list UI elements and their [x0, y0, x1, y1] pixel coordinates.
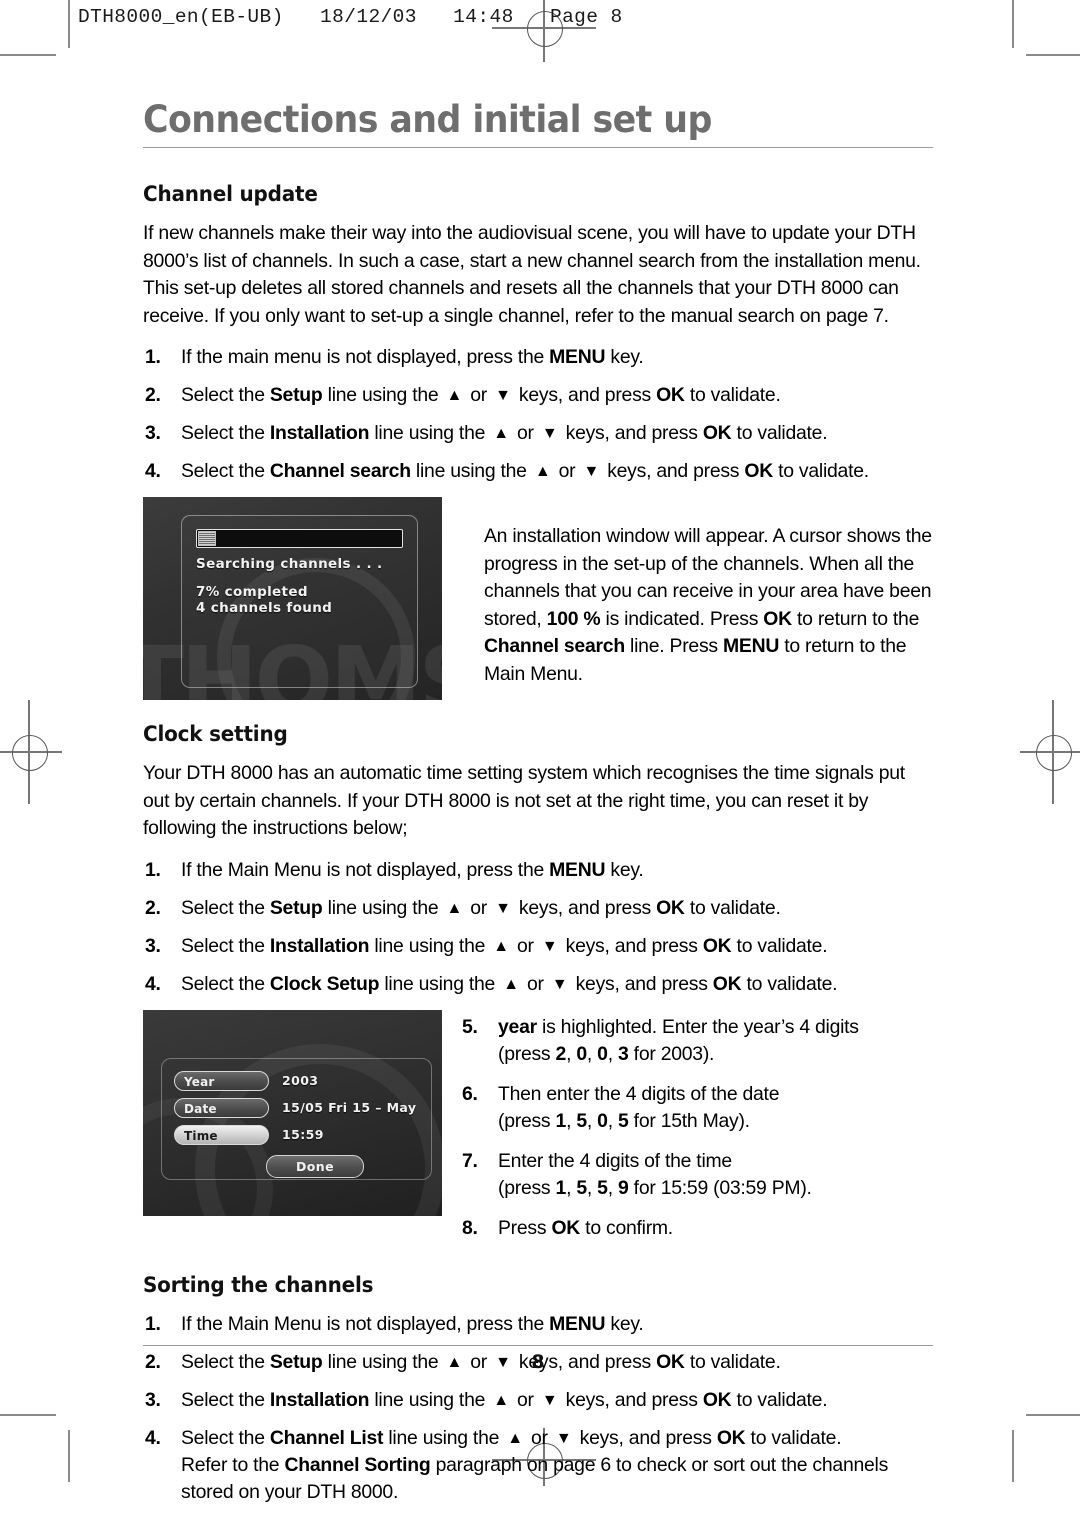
list-item: 7. Enter the 4 digits of the time (press 1… [460, 1148, 933, 1202]
list-item: 3. Select the Installation line using the… [143, 1387, 933, 1414]
list-item: 2. Select the Setup line using the ▲ or ▼… [143, 382, 933, 409]
list-item: 4. Select the Clock Setup line using the … [143, 971, 933, 998]
list-item-number: 3. [145, 1388, 161, 1411]
channel-search-figure-row: THOMSON Searching channels . . . 7% comp… [143, 497, 933, 701]
clock-setting-steps-continued: 5. year is highlighted. Enter the year’s … [460, 1014, 933, 1242]
list-item-text: Select the Installation line using the ▲… [181, 422, 828, 445]
page-number: 8 [531, 1351, 545, 1373]
list-item-text: If the Main Menu is not displayed, press… [181, 858, 644, 881]
channel-update-steps: 1. If the main menu is not displayed, pre… [143, 344, 933, 485]
list-item: 3. Select the Installation line using the… [143, 933, 933, 960]
list-item: 2. Select the Setup line using the ▲ or ▼… [143, 895, 933, 922]
chapter-title: Connections and initial set up [143, 98, 712, 141]
list-item-number: 2. [145, 896, 161, 919]
clock-setting-steps-right-column: 5. year is highlighted. Enter the year’s … [442, 1010, 933, 1255]
list-item: 6. Then enter the 4 digits of the date (pr… [460, 1081, 933, 1135]
sorting-channels-steps: 1. If the Main Menu is not displayed, pre… [143, 1311, 933, 1506]
channel-search-figure: THOMSON Searching channels . . . 7% comp… [143, 497, 442, 701]
section-heading-channel-update: Channel update [143, 182, 318, 207]
list-item-text: Select the Setup line using the ▲ or ▼ k… [181, 896, 781, 919]
clock-setting-intro: Your DTH 8000 has an automatic time sett… [143, 762, 905, 840]
list-item: 5. year is highlighted. Enter the year’s … [460, 1014, 933, 1068]
search-progress-cursor [198, 531, 216, 547]
clock-row-date-label: Date [174, 1097, 269, 1118]
list-item-number: 2. [145, 384, 161, 407]
list-item-number: 5. [462, 1015, 478, 1038]
footer-rule [143, 1345, 933, 1347]
list-item-text: If the Main Menu is not displayed, press… [181, 1312, 644, 1335]
list-item: 1. If the main menu is not displayed, pre… [143, 344, 933, 371]
list-item-number: 3. [145, 934, 161, 957]
clock-row-time-label: Time [174, 1124, 269, 1145]
list-item-number: 4. [145, 972, 161, 995]
clock-setup-figure: Year 2003 Date 15/05 Fri 15 – May Time 1… [143, 1009, 442, 1216]
osd-panel: Searching channels . . . 7% completed 4 … [181, 515, 418, 689]
list-item-number: 1. [145, 858, 161, 881]
tv-screenshot-clock-setup: Year 2003 Date 15/05 Fri 15 – May Time 1… [143, 1009, 442, 1216]
percent-completed-label: 7% completed [196, 584, 308, 601]
list-item-text: year is highlighted. Enter the year’s 4 … [498, 1015, 859, 1065]
list-item: 1. If the Main Menu is not displayed, pre… [143, 857, 933, 884]
clock-setting-steps: 1. If the Main Menu is not displayed, pre… [143, 857, 933, 998]
clock-row-time-value: 15:59 [282, 1126, 324, 1142]
list-item-text: Select the Installation line using the ▲… [181, 1388, 828, 1411]
crop-mark-bottom-right-horizontal [1026, 1414, 1080, 1416]
list-item-text: If the main menu is not displayed, press… [181, 346, 644, 369]
list-item-number: 6. [462, 1082, 478, 1105]
list-item-number: 8. [462, 1216, 478, 1239]
section-heading-sorting-channels: Sorting the channels [143, 1272, 374, 1297]
list-item-number: 3. [145, 422, 161, 445]
print-job-header: DTH8000_en(EB-UB) 18/12/03 14:48 Page 8 [0, 0, 1080, 56]
crop-mark-bottom-right-vertical [1012, 1430, 1014, 1482]
search-progress-bar [196, 529, 403, 549]
list-item-number: 1. [145, 346, 161, 369]
crop-mark-bottom-left-vertical [68, 1430, 70, 1482]
list-item: 4. Select the Channel List line using the… [143, 1425, 933, 1506]
section-heading-clock-setting: Clock setting [143, 722, 288, 747]
list-item-text: Select the Channel List line using the ▲… [181, 1426, 889, 1503]
channel-update-intro: If new channels make their way into the … [143, 222, 921, 327]
list-item-number: 4. [145, 1426, 161, 1449]
list-item-text: Select the Clock Setup line using the ▲ … [181, 972, 838, 995]
clock-done-button[interactable]: Done [266, 1154, 364, 1178]
clock-row-date-value: 15/05 Fri 15 – May [282, 1099, 417, 1115]
list-item-text: Select the Setup line using the ▲ or ▼ k… [181, 384, 781, 407]
list-item: 8. Press OK to confirm. [460, 1215, 933, 1242]
list-item: 4. Select the Channel search line using t… [143, 458, 933, 485]
list-item-number: 4. [145, 460, 161, 483]
chapter-title-rule [143, 146, 933, 149]
channel-search-figure-caption: An installation window will appear. A cu… [442, 497, 933, 688]
channels-found-label: 4 channels found [196, 600, 333, 617]
list-item-number: 7. [462, 1149, 478, 1172]
clock-row-year-value: 2003 [282, 1072, 319, 1088]
clock-row-year-label: Year [174, 1070, 269, 1091]
searching-channels-label: Searching channels . . . [196, 556, 383, 573]
list-item-text: Select the Installation line using the ▲… [181, 934, 828, 957]
tv-screenshot-channel-search: THOMSON Searching channels . . . 7% comp… [143, 497, 442, 701]
list-item-number: 1. [145, 1312, 161, 1335]
page-content: Connections and initial set up Channel u… [143, 98, 933, 1517]
list-item-text: Enter the 4 digits of the time (press 1, … [498, 1149, 812, 1199]
list-item-text: Press OK to confirm. [498, 1216, 673, 1239]
clock-osd-panel: Year 2003 Date 15/05 Fri 15 – May Time 1… [161, 1057, 432, 1180]
list-item-text: Select the Channel search line using the… [181, 460, 869, 483]
clock-setup-figure-row: Year 2003 Date 15/05 Fri 15 – May Time 1… [143, 1009, 933, 1255]
list-item: 3. Select the Installation line using the… [143, 420, 933, 447]
channel-search-caption-text: An installation window will appear. A cu… [484, 525, 932, 685]
list-item: 1. If the Main Menu is not displayed, pre… [143, 1311, 933, 1338]
print-job-header-text: DTH8000_en(EB-UB) 18/12/03 14:48 Page 8 [78, 6, 623, 28]
list-item-text: Then enter the 4 digits of the date (pres… [498, 1082, 780, 1132]
crop-mark-bottom-left-horizontal [0, 1414, 56, 1416]
